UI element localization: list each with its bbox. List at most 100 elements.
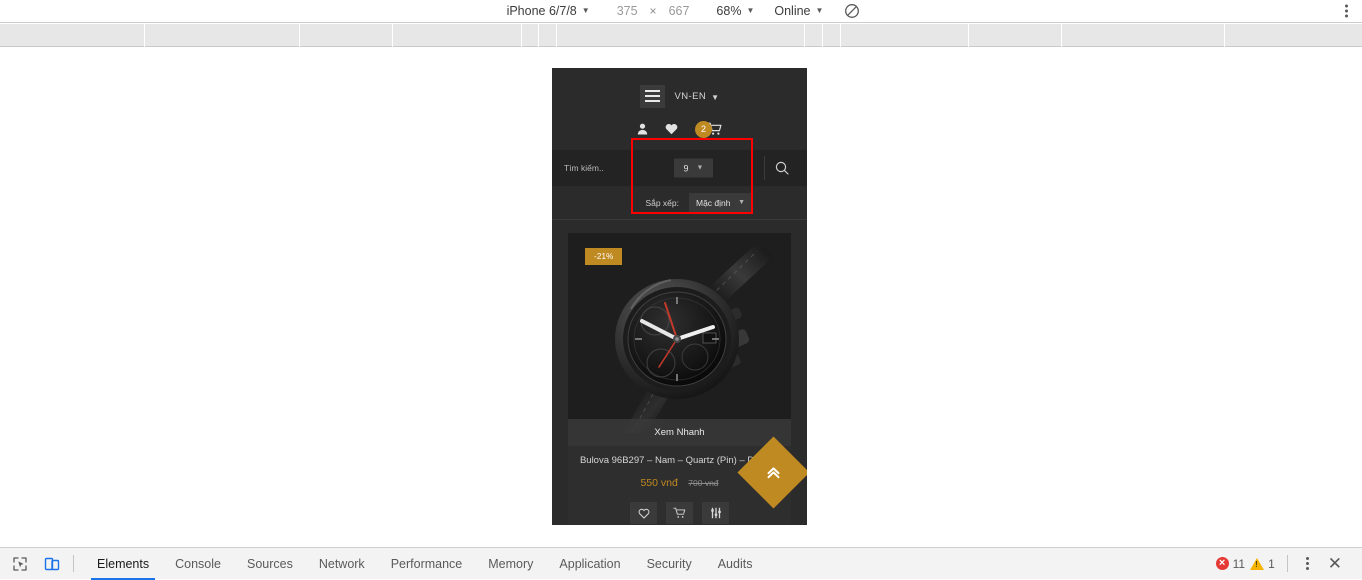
tab-network[interactable]: Network <box>306 548 378 580</box>
tab-performance[interactable]: Performance <box>378 548 476 580</box>
header-icon-row: 2 <box>552 116 807 142</box>
devtools-more-button[interactable] <box>1300 553 1315 574</box>
chevron-down-icon: ▼ <box>738 199 745 206</box>
ruler-tick <box>840 24 841 47</box>
dot <box>1305 562 1309 565</box>
devtools-tabs: Elements Console Sources Network Perform… <box>84 548 765 580</box>
tab-memory[interactable]: Memory <box>475 548 546 580</box>
language-switcher[interactable]: VN-EN ▼ <box>675 91 720 102</box>
network-throttling-selector[interactable]: Online ▼ <box>769 4 828 18</box>
chevron-down-icon: ▼ <box>711 92 720 102</box>
per-page-value: 9 <box>683 163 689 173</box>
hamburger-menu-icon[interactable] <box>639 84 665 108</box>
devtools-right-controls: 11 1 ✕ <box>1215 553 1362 574</box>
tab-console[interactable]: Console <box>162 548 234 580</box>
ruler-tick <box>556 24 557 47</box>
zoom-selector[interactable]: 68% ▼ <box>711 4 759 18</box>
search-bar: Tìm kiếm.. 9 ▼ <box>552 150 807 186</box>
heart-icon[interactable] <box>665 123 678 135</box>
site-header: VN-EN ▼ <box>552 68 807 118</box>
ruler-tick <box>968 24 969 47</box>
original-price: 700 vnđ <box>688 478 719 489</box>
viewport-height-input[interactable]: 667 <box>669 4 690 18</box>
dot <box>1345 4 1348 8</box>
devtools-panel-bar: Elements Console Sources Network Perform… <box>0 547 1362 580</box>
ruler-tick <box>1061 24 1062 47</box>
ruler-tick <box>538 24 539 47</box>
chevron-down-icon: ▼ <box>581 6 590 15</box>
device-emulation-toolbar: iPhone 6/7/8 ▼ 375 × 667 68% ▼ Online ▼ <box>0 0 1362 23</box>
toggle-device-toolbar-icon[interactable] <box>41 553 63 575</box>
language-label: VN-EN <box>674 90 707 102</box>
bar <box>644 90 660 92</box>
sort-label: Sắp xếp: <box>645 197 679 208</box>
tab-audits[interactable]: Audits <box>705 548 766 580</box>
compare-sliders-icon <box>710 508 721 519</box>
ruler-tick <box>521 24 522 47</box>
page-canvas: VN-EN ▼ 2 Tìm kiếm.. 9 ▼ Sắp xếp: Mặc đị… <box>0 48 1362 546</box>
ruler-tick <box>299 24 300 47</box>
current-price: 550 vnđ <box>640 477 678 490</box>
error-counter[interactable]: 11 <box>1215 556 1246 571</box>
sort-row: Sắp xếp: Mặc định ▼ <box>552 186 807 220</box>
magnifier-icon[interactable] <box>775 161 789 175</box>
dimension-separator: × <box>649 4 657 18</box>
discount-badge: -21% <box>585 248 623 265</box>
rotate-device-icon[interactable] <box>844 3 860 19</box>
search-input[interactable]: Tìm kiếm.. <box>564 163 604 173</box>
device-toolbar-controls: iPhone 6/7/8 ▼ 375 × 667 68% ▼ Online ▼ <box>502 3 861 19</box>
warning-icon <box>1250 557 1265 570</box>
tab-application[interactable]: Application <box>546 548 633 580</box>
wishlist-button[interactable] <box>630 502 657 525</box>
per-page-select[interactable]: 9 ▼ <box>674 158 713 178</box>
chevron-down-icon: ▼ <box>815 6 824 15</box>
zoom-level-label: 68% <box>716 4 742 18</box>
bar <box>644 100 660 102</box>
double-chevron-up-icon <box>765 464 782 481</box>
product-image-container: -21% Xem Nhanh <box>568 233 791 446</box>
ruler-tick <box>804 24 805 47</box>
quick-view-button[interactable]: Xem Nhanh <box>568 419 791 446</box>
ruler-tick <box>1224 24 1225 47</box>
add-to-cart-button[interactable] <box>666 502 693 525</box>
inspect-element-icon[interactable] <box>9 553 31 575</box>
divider <box>1286 555 1288 572</box>
chevron-down-icon: ▼ <box>696 164 704 172</box>
ruler-tick <box>144 24 145 47</box>
device-toolbar-more-button[interactable] <box>1341 2 1352 21</box>
warning-count: 1 <box>1268 556 1275 571</box>
viewport-width-input[interactable]: 375 <box>617 4 638 18</box>
divider <box>73 555 74 572</box>
user-account-icon[interactable] <box>637 123 648 135</box>
dot <box>1305 557 1309 560</box>
ruler-tick <box>822 24 823 47</box>
devtools-left-icons <box>0 553 63 575</box>
bar <box>644 95 660 97</box>
device-selector[interactable]: iPhone 6/7/8 ▼ <box>502 4 595 18</box>
close-devtools-button[interactable]: ✕ <box>1320 555 1350 572</box>
tab-elements[interactable]: Elements <box>84 548 162 580</box>
warning-counter[interactable]: 1 <box>1250 557 1275 571</box>
sort-select[interactable]: Mặc định ▼ <box>689 192 752 213</box>
viewport-ruler <box>0 24 1362 47</box>
device-selector-label: iPhone 6/7/8 <box>506 4 577 18</box>
tab-sources[interactable]: Sources <box>234 548 306 580</box>
mobile-viewport: VN-EN ▼ 2 Tìm kiếm.. 9 ▼ Sắp xếp: Mặc đị… <box>552 68 807 525</box>
throttling-label: Online <box>774 4 811 18</box>
error-count: 11 <box>1232 556 1246 571</box>
dot <box>1305 567 1309 570</box>
tab-security[interactable]: Security <box>634 548 705 580</box>
chevron-down-icon: ▼ <box>746 6 755 15</box>
dot <box>1345 9 1348 13</box>
error-icon <box>1215 557 1229 570</box>
dot <box>1345 14 1348 18</box>
heart-outline-icon <box>638 508 649 519</box>
product-action-row <box>568 502 791 525</box>
cart-with-badge[interactable]: 2 <box>695 120 722 138</box>
sort-value: Mặc định <box>696 197 731 208</box>
compare-button[interactable] <box>702 502 729 525</box>
ruler-tick <box>392 24 393 47</box>
cart-item-count-badge: 2 <box>695 120 712 138</box>
cart-icon <box>673 508 686 519</box>
divider <box>764 156 765 180</box>
